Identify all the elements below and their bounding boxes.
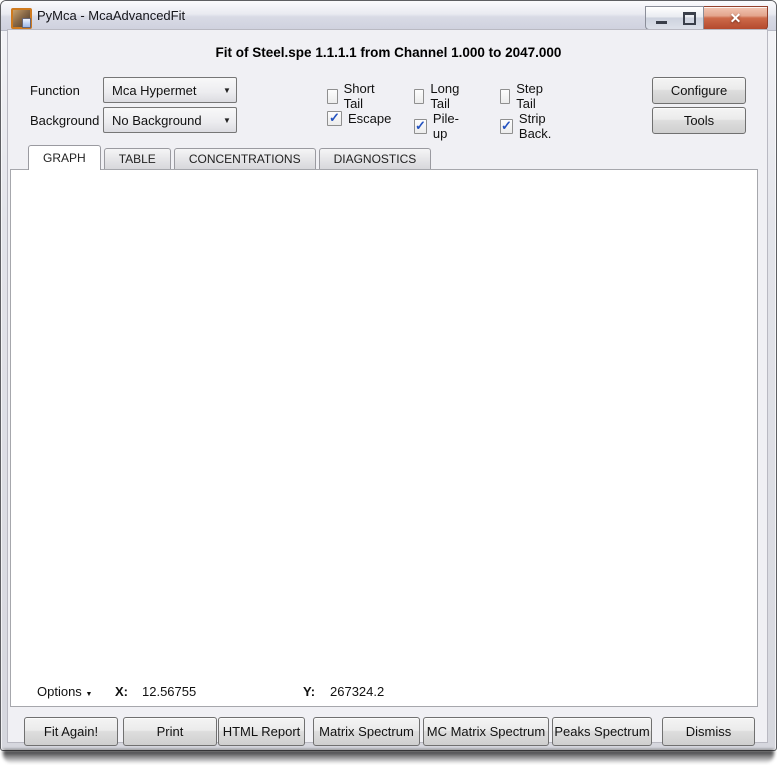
minimize-icon [656, 21, 667, 24]
checkbox-escape[interactable]: ✓ Escape [327, 111, 391, 126]
html-report-button[interactable]: HTML Report [218, 717, 305, 746]
checkbox-strip-back[interactable]: ✓ Strip Back. [500, 111, 554, 141]
dismiss-button[interactable]: Dismiss [662, 717, 755, 746]
window-drop-shadow [3, 750, 774, 763]
chevron-down-icon: ▼ [218, 86, 236, 95]
options-menu[interactable]: Options ▼ [37, 684, 92, 699]
cursor-y-value: 267324.2 [330, 684, 384, 699]
checkbox-short-tail[interactable]: Short Tail [327, 81, 379, 111]
options-label: Options [37, 684, 82, 699]
tab-table[interactable]: TABLE [104, 148, 171, 170]
tab-graph[interactable]: GRAPH [28, 145, 101, 170]
chevron-down-icon: ▼ [218, 116, 236, 125]
checkmark-icon: ✓ [414, 119, 427, 134]
checkbox-label: Step Tail [516, 81, 548, 111]
checkbox-label: Escape [348, 111, 391, 126]
checkbox-label: Short Tail [344, 81, 380, 111]
cursor-x-value: 12.56755 [142, 684, 196, 699]
close-icon: ✕ [730, 10, 742, 27]
checkbox-box [327, 89, 338, 104]
minimize-button[interactable] [645, 6, 677, 30]
checkbox-label: Strip Back. [519, 111, 554, 141]
pymca-advanced-fit-window: PyMca - McaAdvancedFit ✕ Fit of Steel.sp… [0, 0, 777, 765]
tab-bar: GRAPHTABLECONCENTRATIONSDIAGNOSTICS [28, 146, 431, 170]
function-select[interactable]: Mca Hypermet ▼ [103, 77, 237, 103]
print-button[interactable]: Print [123, 717, 217, 746]
checkbox-box [500, 89, 510, 104]
chevron-down-icon: ▼ [85, 691, 92, 698]
fit-again-button[interactable]: Fit Again! [24, 717, 118, 746]
fit-header-title: Fit of Steel.spe 1.1.1.1 from Channel 1.… [8, 45, 769, 60]
function-label: Function [30, 83, 80, 98]
tools-button[interactable]: Tools [652, 107, 746, 134]
tab-diagnostics[interactable]: DIAGNOSTICS [319, 148, 432, 170]
checkbox-step-tail[interactable]: Step Tail [500, 81, 548, 111]
checkbox-label: Pile-up [433, 111, 461, 141]
window-title: PyMca - McaAdvancedFit [37, 1, 185, 31]
matrix-spectrum-button[interactable]: Matrix Spectrum [313, 717, 420, 746]
checkbox-long-tail[interactable]: Long Tail [414, 81, 464, 111]
background-select[interactable]: No Background ▼ [103, 107, 237, 133]
close-button[interactable]: ✕ [704, 6, 768, 30]
checkbox-pile-up[interactable]: ✓ Pile-up [414, 111, 461, 141]
checkmark-icon: ✓ [500, 119, 513, 134]
cursor-x-label: X: [115, 684, 128, 699]
tab-concentrations[interactable]: CONCENTRATIONS [174, 148, 316, 170]
cursor-y-label: Y: [303, 684, 315, 699]
configure-button[interactable]: Configure [652, 77, 746, 104]
mc-matrix-spectrum-button[interactable]: MC Matrix Spectrum [423, 717, 549, 746]
checkbox-box [414, 89, 424, 104]
checkmark-icon: ✓ [327, 111, 342, 126]
checkbox-label: Long Tail [430, 81, 464, 111]
function-value: Mca Hypermet [104, 83, 218, 98]
background-label: Background [30, 113, 99, 128]
maximize-button[interactable] [676, 6, 704, 30]
background-value: No Background [104, 113, 218, 128]
app-icon [11, 8, 32, 29]
peaks-spectrum-button[interactable]: Peaks Spectrum [552, 717, 652, 746]
graph-tab-panel [10, 169, 758, 707]
maximize-icon [683, 12, 696, 25]
